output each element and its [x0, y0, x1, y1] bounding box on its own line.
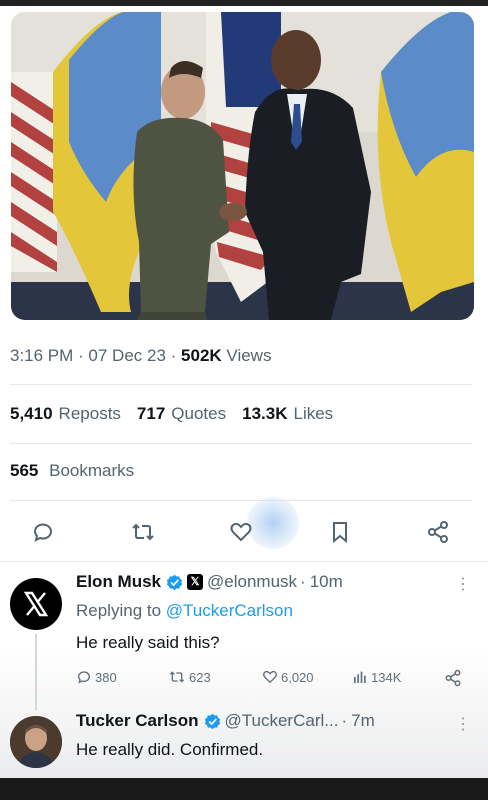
verified-badge-icon — [166, 574, 183, 590]
avatar[interactable] — [10, 716, 62, 768]
like-icon — [263, 670, 277, 684]
bottom-strip — [0, 778, 488, 800]
divider — [10, 500, 472, 501]
analytics-icon — [354, 671, 366, 683]
x-logo-icon — [23, 591, 49, 617]
like-count-button[interactable]: 6,020 — [262, 669, 314, 685]
divider — [10, 384, 472, 385]
reply-count: 380 — [95, 669, 117, 685]
reply-header: Tucker Carlson @TuckerCarl... · 7m — [76, 711, 375, 731]
repost-count-button[interactable]: 623 — [168, 669, 211, 685]
engagement-stats: 5,410 Reposts 717 Quotes 13.3K Likes — [10, 404, 349, 424]
share-button[interactable] — [444, 669, 462, 687]
replying-prefix: Replying to — [76, 601, 162, 620]
share-icon[interactable] — [424, 518, 452, 546]
like-icon[interactable] — [227, 518, 255, 546]
likes-count[interactable]: 13.3K — [242, 404, 287, 424]
quotes-count[interactable]: 717 — [137, 404, 165, 424]
author-handle[interactable]: @TuckerCarl... — [225, 711, 339, 731]
post-time: 3:16 PM — [10, 346, 74, 365]
post-detail-view: 3:16 PM · 07 Dec 23 · 502K Views 5,410 R… — [0, 0, 488, 800]
share-icon — [445, 669, 461, 687]
post-image[interactable] — [11, 12, 474, 320]
views-count: 502K — [181, 346, 222, 365]
bookmarks-label: Bookmarks — [49, 461, 135, 480]
verified-badge-icon — [204, 713, 220, 729]
reply-time: 7m — [351, 711, 375, 730]
post-date: 07 Dec 23 — [88, 346, 166, 365]
likes-label[interactable]: Likes — [293, 404, 333, 424]
author-name[interactable]: Elon Musk — [76, 572, 161, 592]
profile-photo — [10, 716, 62, 768]
repost-icon[interactable] — [129, 518, 157, 546]
thread-line — [35, 634, 37, 710]
reply-text: He really said this? — [76, 633, 220, 652]
replying-to-link[interactable]: @TuckerCarlson — [166, 601, 293, 620]
reply-icon[interactable] — [29, 518, 57, 546]
views-count: 134K — [371, 669, 402, 685]
more-options-icon[interactable]: ⋮ — [455, 714, 471, 734]
replying-to: Replying to @TuckerCarlson — [76, 601, 293, 621]
bookmarks-stat: 565 Bookmarks — [10, 461, 134, 481]
avatar[interactable] — [10, 578, 62, 630]
affiliate-badge-icon: 𝕏 — [187, 574, 204, 590]
divider — [10, 443, 472, 444]
status-strip — [0, 0, 488, 6]
repost-count: 623 — [189, 669, 211, 685]
bookmarks-count: 565 — [10, 461, 39, 480]
divider — [0, 561, 488, 562]
repost-icon — [169, 671, 185, 683]
bookmark-icon[interactable] — [326, 518, 354, 546]
post-meta: 3:16 PM · 07 Dec 23 · 502K Views — [10, 346, 272, 365]
views-count-button[interactable]: 134K — [352, 669, 401, 685]
author-name[interactable]: Tucker Carlson — [76, 711, 199, 731]
reply-text: He really did. Confirmed. — [76, 740, 264, 759]
reply-icon — [77, 671, 90, 684]
reply-action-bar: 380 623 6,020 134K — [76, 669, 476, 689]
author-handle[interactable]: @elonmusk — [207, 572, 297, 592]
post-action-bar — [0, 512, 488, 552]
views-label: Views — [226, 346, 272, 365]
reposts-count[interactable]: 5,410 — [10, 404, 53, 424]
reply-header: Elon Musk 𝕏 @elonmusk · 10m — [76, 572, 343, 592]
like-count: 6,020 — [281, 669, 314, 685]
reply-count-button[interactable]: 380 — [76, 669, 117, 685]
reply-time: 10m — [309, 572, 343, 591]
reposts-label[interactable]: Reposts — [59, 404, 121, 424]
quotes-label[interactable]: Quotes — [171, 404, 226, 424]
more-options-icon[interactable]: ⋮ — [455, 574, 471, 594]
